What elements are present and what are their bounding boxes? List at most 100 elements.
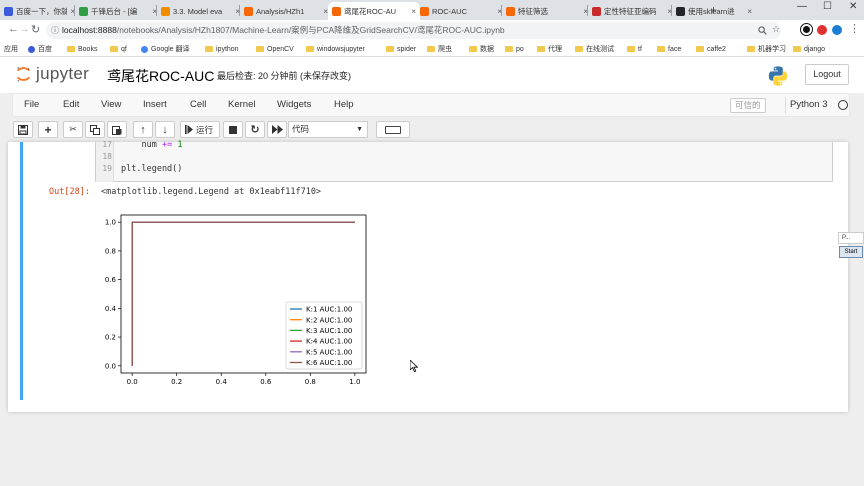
copy-button[interactable] <box>85 121 105 138</box>
arrow-up-icon: ↑ <box>140 123 146 136</box>
bookmark-item[interactable]: 机器学习 <box>747 43 786 55</box>
tab-close-icon[interactable]: × <box>747 7 752 16</box>
menu-kernel[interactable]: Kernel <box>228 99 255 110</box>
more-menu-icon[interactable]: ⋮ <box>849 22 860 35</box>
bookmark-item[interactable]: tf <box>627 43 642 55</box>
browser-tab[interactable]: ROC-AUC × <box>416 2 506 20</box>
bookmark-label: qf <box>121 45 127 53</box>
kernel-name[interactable]: Python 3 <box>790 99 828 110</box>
bookmark-item[interactable]: 代理 <box>537 43 562 55</box>
restart-icon: ↻ <box>250 124 260 136</box>
bookmark-item[interactable]: 在线测试 <box>575 43 614 55</box>
bookmark-item[interactable]: Books <box>67 43 97 55</box>
trusted-indicator[interactable]: 可信的 <box>730 98 766 113</box>
menu-help[interactable]: Help <box>334 99 354 110</box>
chevron-down-icon: ▼ <box>356 126 363 133</box>
bookmark-star-icon[interactable]: ☆ <box>772 21 780 38</box>
zoom-icon[interactable] <box>758 26 767 35</box>
back-icon[interactable]: ← <box>8 23 19 35</box>
bookmark-item[interactable]: windowsjupyter <box>306 43 365 55</box>
bookmark-item[interactable]: 应用 <box>4 43 18 55</box>
new-tab-icon[interactable]: + <box>710 3 717 17</box>
bookmark-item[interactable]: 百度 <box>28 43 52 55</box>
line-number: 17 <box>102 140 112 149</box>
bookmark-item[interactable]: OpenCV <box>256 43 294 55</box>
folder-icon <box>793 46 801 52</box>
y-tick-label: 1.0 <box>105 219 116 227</box>
folder-icon <box>747 46 755 52</box>
mouse-cursor-icon <box>410 360 418 372</box>
bookmark-label: ipython <box>216 45 239 53</box>
paste-button[interactable] <box>107 121 127 138</box>
roc-chart: 0.0 0.2 0.4 0.6 0.8 1.0 0.0 0.2 0.4 0.6 0.8 1.0 K:1 … <box>105 214 367 386</box>
logout-button[interactable]: Logout <box>805 64 849 85</box>
folder-icon <box>575 46 583 52</box>
move-up-button[interactable]: ↑ <box>133 121 153 138</box>
tab-favicon-icon <box>420 6 429 16</box>
tab-title: 定性特征亚编码 <box>604 6 657 16</box>
browser-tab[interactable]: 定性特征亚编码 × <box>588 2 676 20</box>
browser-tab[interactable]: 3.3. Model eva × <box>157 2 244 20</box>
bookmark-label: face <box>668 45 682 53</box>
extension-icon[interactable] <box>832 25 842 35</box>
notebook-title[interactable]: 鸢尾花ROC-AUC <box>107 66 214 86</box>
code-line[interactable]: num += 1 <box>121 140 182 150</box>
browser-tab[interactable]: 千锋后台 - [编 × <box>75 2 161 20</box>
bookmark-item[interactable]: qf <box>110 43 127 55</box>
bookmark-item[interactable]: face <box>657 43 681 55</box>
cut-button[interactable]: ✂ <box>63 121 83 138</box>
save-button[interactable] <box>13 121 33 138</box>
cell-type-select[interactable]: 代码 ▼ <box>288 121 368 138</box>
menu-edit[interactable]: Edit <box>63 99 79 110</box>
bookmark-item[interactable]: po <box>505 43 524 55</box>
tab-favicon-icon <box>332 6 341 16</box>
jupyter-logo[interactable]: jupyter <box>15 65 95 85</box>
bookmark-item[interactable]: Google 翻译 <box>141 43 190 55</box>
code-number: 1 <box>177 140 183 150</box>
start-button[interactable]: Start <box>839 246 863 258</box>
bookmark-item[interactable]: 数据 <box>469 43 494 55</box>
restart-run-all-button[interactable] <box>267 121 287 138</box>
move-down-button[interactable]: ↓ <box>155 121 175 138</box>
bookmark-item[interactable]: caffe2 <box>696 43 726 55</box>
tab-separator <box>239 5 240 16</box>
menu-insert[interactable]: Insert <box>143 99 167 110</box>
cell-input-area[interactable]: 17 18 19 num += 1 plt.legend() <box>95 140 833 182</box>
browser-tab[interactable]: 特征筛选 × <box>502 2 592 20</box>
bookmark-item[interactable]: ipython <box>205 43 239 55</box>
bookmark-label: 百度 <box>38 46 52 53</box>
maximize-icon[interactable]: ☐ <box>823 1 832 12</box>
insert-cell-button[interactable]: + <box>38 121 58 138</box>
bookmark-item[interactable]: spider <box>386 43 416 55</box>
menu-file[interactable]: File <box>24 99 39 110</box>
legend-label: K:3 AUC:1.00 <box>306 327 352 335</box>
screen: 百度一下，你就 × 千锋后台 - [编 × 3.3. Model eva × Analysi… <box>0 0 864 486</box>
line-number: 19 <box>102 164 112 173</box>
minimize-icon[interactable]: — <box>797 1 807 12</box>
extension-icon[interactable] <box>817 25 827 35</box>
browser-tab[interactable]: Analysis/HZh1 × <box>240 2 332 20</box>
browser-tab[interactable]: 百度一下，你就 × <box>0 2 79 20</box>
command-palette-button[interactable] <box>376 121 410 138</box>
window-close-icon[interactable]: ✕ <box>849 1 857 12</box>
menu-view[interactable]: View <box>101 99 121 110</box>
run-button[interactable]: 运行 <box>180 121 220 138</box>
bookmark-item[interactable]: django <box>793 43 825 55</box>
forward-icon[interactable]: → <box>19 23 30 35</box>
notebook-toolbar: + ✂ ↑ ↓ 运行 ↻ 代码 ▼ <box>12 118 850 141</box>
code-line[interactable]: plt.legend() <box>121 164 182 174</box>
url-input[interactable]: ⓘ localhost:8888/notebooks/Analysis/HZh1… <box>46 22 781 39</box>
paste-icon <box>112 125 122 135</box>
copy-icon <box>90 124 100 135</box>
menu-widgets[interactable]: Widgets <box>277 99 311 110</box>
bookmark-item[interactable]: 爬虫 <box>427 43 452 55</box>
info-icon[interactable]: ⓘ <box>51 22 59 39</box>
interrupt-kernel-button[interactable] <box>223 121 243 138</box>
scissors-icon: ✂ <box>69 124 77 134</box>
browser-tab[interactable]: 鸢尾花ROC-AU × <box>328 2 420 20</box>
restart-kernel-button[interactable]: ↻ <box>245 121 265 138</box>
menu-cell[interactable]: Cell <box>190 99 206 110</box>
reload-icon[interactable]: ↻ <box>31 23 40 36</box>
extension-icon[interactable] <box>801 24 812 35</box>
arrow-down-icon: ↓ <box>162 123 168 136</box>
